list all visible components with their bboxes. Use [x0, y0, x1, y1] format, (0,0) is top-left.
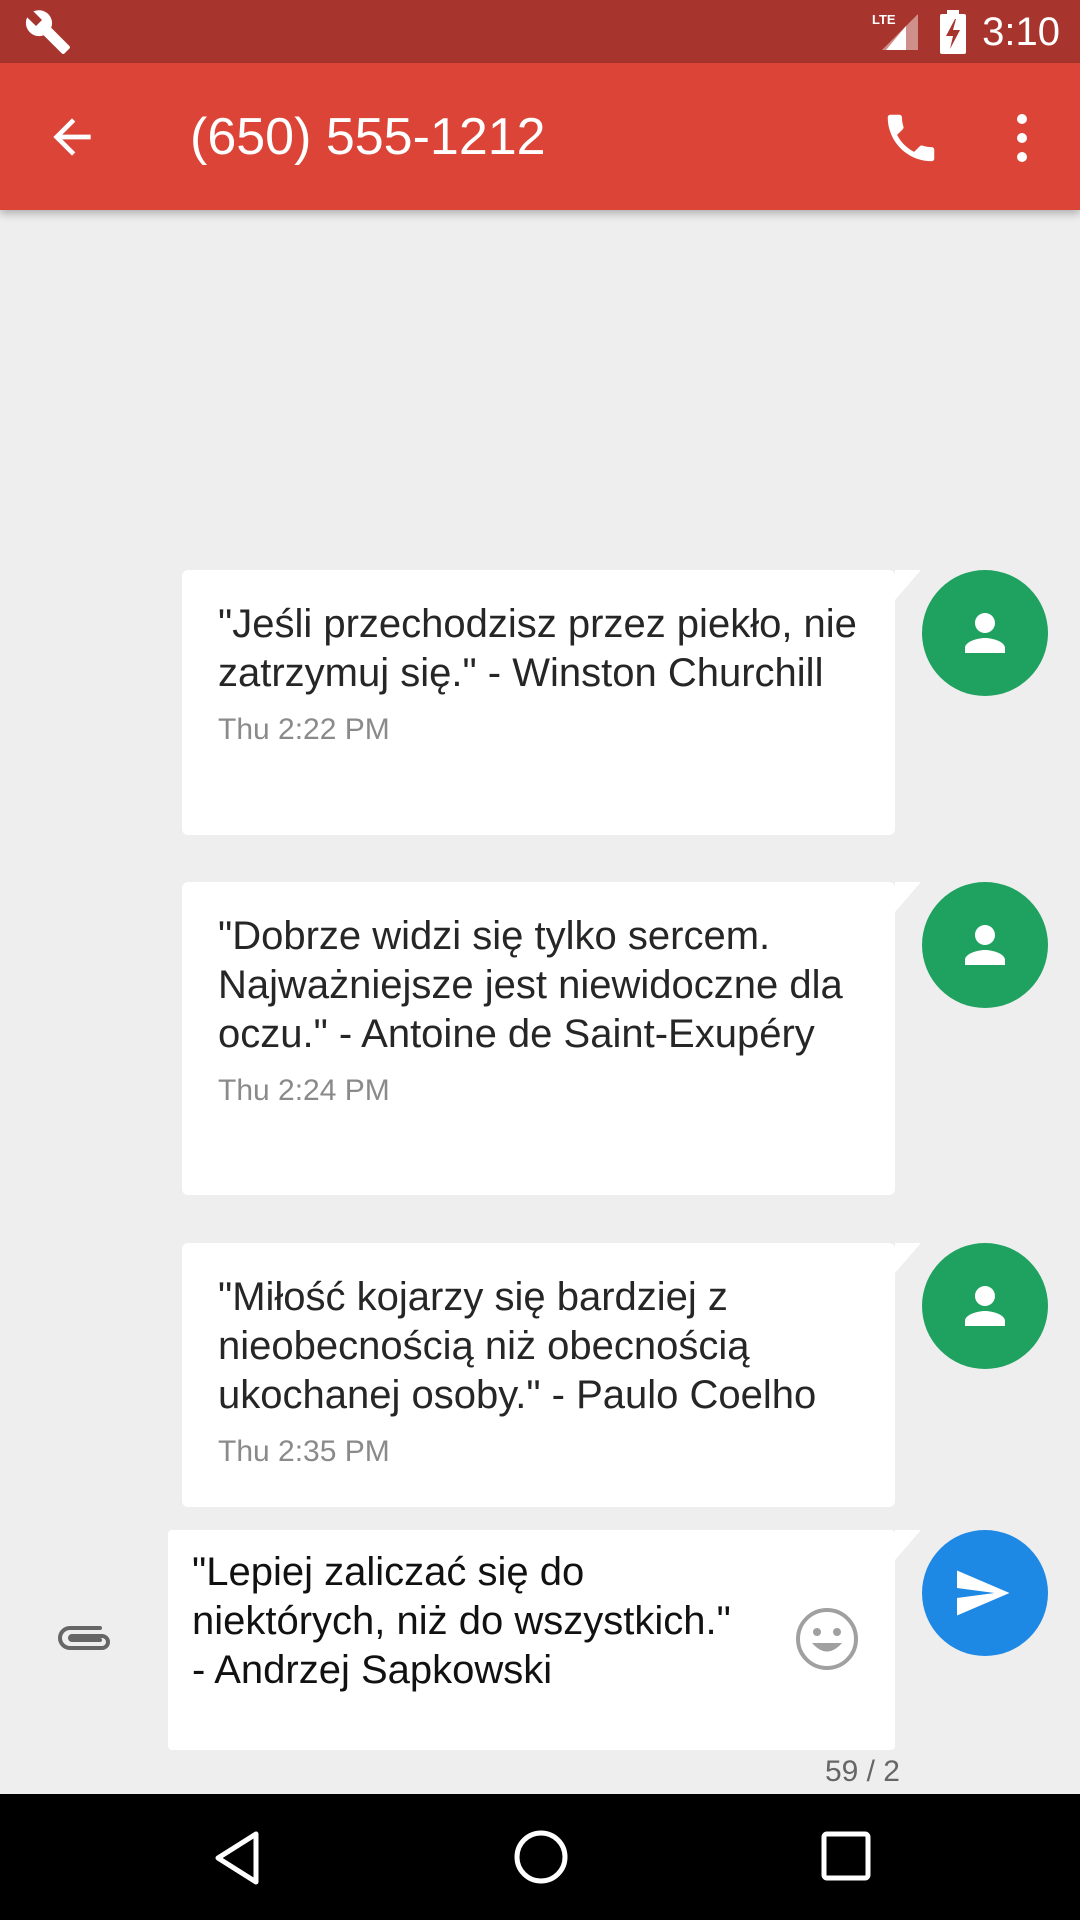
person-icon: [965, 613, 1005, 653]
battery-charging-icon: [940, 10, 966, 54]
compose-input[interactable]: "Lepiej zaliczać się do niektórych, niż …: [192, 1548, 732, 1695]
message-bubble[interactable]: "Jeśli przechodzisz przez piekło, nie za…: [182, 570, 921, 835]
system-nav-bar: [0, 1794, 1080, 1920]
phone-icon[interactable]: [880, 107, 942, 169]
person-icon: [965, 925, 1005, 965]
status-bar: LTE 3:10: [0, 0, 1080, 63]
app-toolbar: (650) 555-1212: [0, 63, 1080, 210]
nav-recents-icon[interactable]: [818, 1828, 874, 1884]
message-timestamp: Thu 2:22 PM: [218, 713, 390, 746]
message-text: "Dobrze widzi się tylko sercem. Najważni…: [218, 914, 843, 1056]
contact-avatar[interactable]: [922, 570, 1048, 696]
message-text: "Miłość kojarzy się bardziej z nieobecno…: [218, 1275, 817, 1417]
nav-back-icon[interactable]: [208, 1828, 268, 1888]
nav-home-icon[interactable]: [510, 1826, 572, 1888]
message-bubble[interactable]: "Dobrze widzi się tylko sercem. Najważni…: [182, 882, 921, 1195]
arrow-back-icon[interactable]: [44, 109, 100, 165]
contact-avatar[interactable]: [922, 1243, 1048, 1369]
person-icon: [965, 1286, 1005, 1326]
more-vert-icon[interactable]: [1004, 107, 1040, 169]
lte-label: LTE: [872, 12, 896, 27]
lte-signal-icon: LTE: [872, 12, 918, 50]
wrench-icon: [25, 10, 70, 54]
message-text: "Jeśli przechodzisz przez piekło, nie za…: [218, 602, 857, 695]
emoji-icon[interactable]: [794, 1606, 860, 1672]
message-timestamp: Thu 2:35 PM: [218, 1435, 390, 1468]
clock: 3:10: [982, 10, 1060, 54]
message-compose-field[interactable]: "Lepiej zaliczać się do niektórych, niż …: [168, 1530, 921, 1750]
paperclip-icon[interactable]: [54, 1616, 116, 1660]
contact-avatar[interactable]: [922, 882, 1048, 1008]
message-timestamp: Thu 2:24 PM: [218, 1074, 390, 1107]
send-icon: [957, 1570, 1010, 1616]
send-button[interactable]: [922, 1530, 1048, 1656]
message-bubble[interactable]: "Miłość kojarzy się bardziej z nieobecno…: [182, 1243, 921, 1507]
conversation-title: (650) 555-1212: [190, 108, 546, 166]
character-counter: 59 / 2: [824, 1755, 900, 1788]
